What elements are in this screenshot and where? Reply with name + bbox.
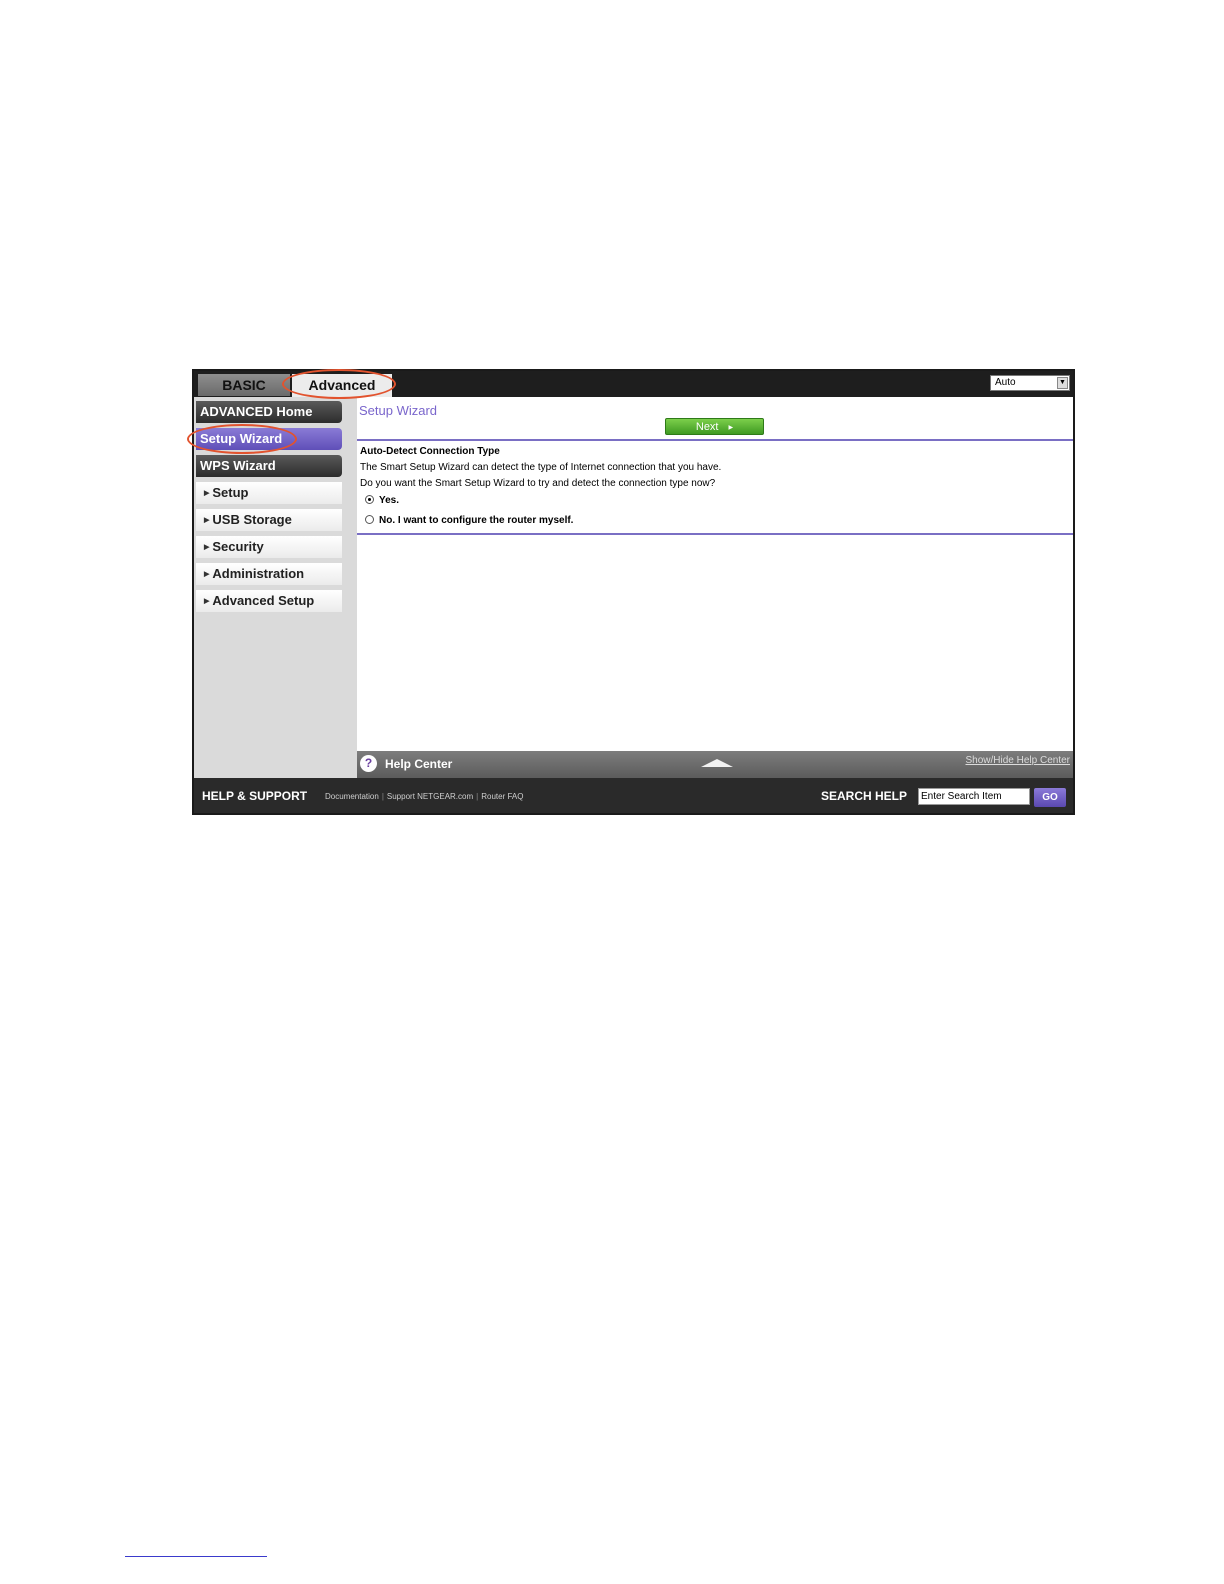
sidebar-item-label: USB Storage (212, 512, 292, 527)
go-button[interactable]: GO (1034, 788, 1066, 807)
footer-links: Documentation | Support NETGEAR.com | Router… (325, 792, 523, 801)
expand-arrow-icon: ▶ (204, 598, 210, 605)
sidebar-item-label: Setup (212, 485, 249, 500)
sidebar-item-setup[interactable]: ▶ Setup (196, 482, 342, 504)
sidebar-item-wps-wizard[interactable]: WPS Wizard (196, 455, 342, 477)
next-button[interactable]: Next ▶ (665, 418, 764, 435)
help-center-bar: ? Help Center Show/Hide Help Center (357, 751, 1073, 778)
expand-arrow-icon: ▶ (204, 544, 210, 551)
radio-no-label: No. I want to configure the router mysel… (379, 515, 574, 526)
arrow-right-icon: ▶ (728, 425, 734, 431)
sidebar-item-setup-wizard[interactable]: Setup Wizard (196, 428, 342, 450)
help-support-title: HELP & SUPPORT (202, 789, 308, 803)
footnote-rule (125, 1556, 267, 1557)
search-help-input[interactable] (918, 788, 1030, 805)
expand-arrow-icon: ▶ (204, 517, 210, 524)
sidebar-item-advanced-setup[interactable]: ▶ Advanced Setup (196, 590, 342, 612)
sidebar-item-advanced-home[interactable]: ADVANCED Home (196, 401, 342, 423)
radio-option-no[interactable]: No. I want to configure the router mysel… (365, 515, 573, 526)
sidebar-item-label: Advanced Setup (212, 593, 315, 608)
refresh-select[interactable]: Auto ▼ (990, 375, 1070, 391)
tab-advanced[interactable]: Advanced (292, 374, 392, 397)
sidebar-item-label: Administration (212, 566, 305, 581)
radio-button-no[interactable] (365, 515, 374, 524)
tab-basic[interactable]: BASIC (198, 374, 290, 396)
next-button-label: Next (695, 421, 719, 433)
radio-button-yes[interactable] (365, 495, 374, 504)
divider (357, 533, 1073, 535)
description-line: The Smart Setup Wizard can detect the ty… (360, 462, 722, 473)
sidebar-item-security[interactable]: ▶ Security (196, 536, 342, 558)
expand-arrow-icon: ▶ (204, 571, 210, 578)
sidebar: ADVANCED Home Setup Wizard WPS Wizard ▶ S… (194, 397, 357, 778)
router-admin-window: BASIC Advanced Auto ▼ ADVANCED Home Setu… (187, 369, 1075, 815)
divider (357, 439, 1073, 441)
documentation-link[interactable]: Documentation (325, 792, 379, 801)
radio-option-yes[interactable]: Yes. (365, 495, 399, 506)
help-center-label: Help Center (385, 757, 453, 771)
radio-yes-label: Yes. (379, 495, 400, 506)
link-separator: | (381, 792, 384, 801)
sidebar-item-administration[interactable]: ▶ Administration (196, 563, 342, 585)
expand-arrow-icon: ▶ (204, 490, 210, 497)
router-faq-link[interactable]: Router FAQ (481, 792, 523, 801)
help-question-icon: ? (360, 755, 377, 772)
section-title: Auto-Detect Connection Type (360, 446, 500, 457)
footer: HELP & SUPPORT Documentation | Support NET… (194, 778, 1073, 813)
support-netgear-link[interactable]: Support NETGEAR.com (387, 792, 473, 801)
sidebar-item-usb-storage[interactable]: ▶ USB Storage (196, 509, 342, 531)
main-content: Setup Wizard Next ▶ Auto-Detect Connectio… (357, 397, 1073, 751)
dropdown-arrow-icon[interactable]: ▼ (1057, 377, 1068, 389)
expand-up-icon[interactable] (701, 759, 733, 767)
page-title: Setup Wizard (359, 403, 438, 418)
refresh-select-value: Auto (995, 377, 1016, 388)
search-help-label: SEARCH HELP (821, 789, 908, 803)
question-line: Do you want the Smart Setup Wizard to tr… (360, 478, 716, 489)
top-bar: BASIC Advanced Auto ▼ (194, 371, 1073, 397)
link-separator: | (476, 792, 479, 801)
show-hide-help-link[interactable]: Show/Hide Help Center (966, 755, 1071, 766)
sidebar-item-label: Security (212, 539, 264, 554)
